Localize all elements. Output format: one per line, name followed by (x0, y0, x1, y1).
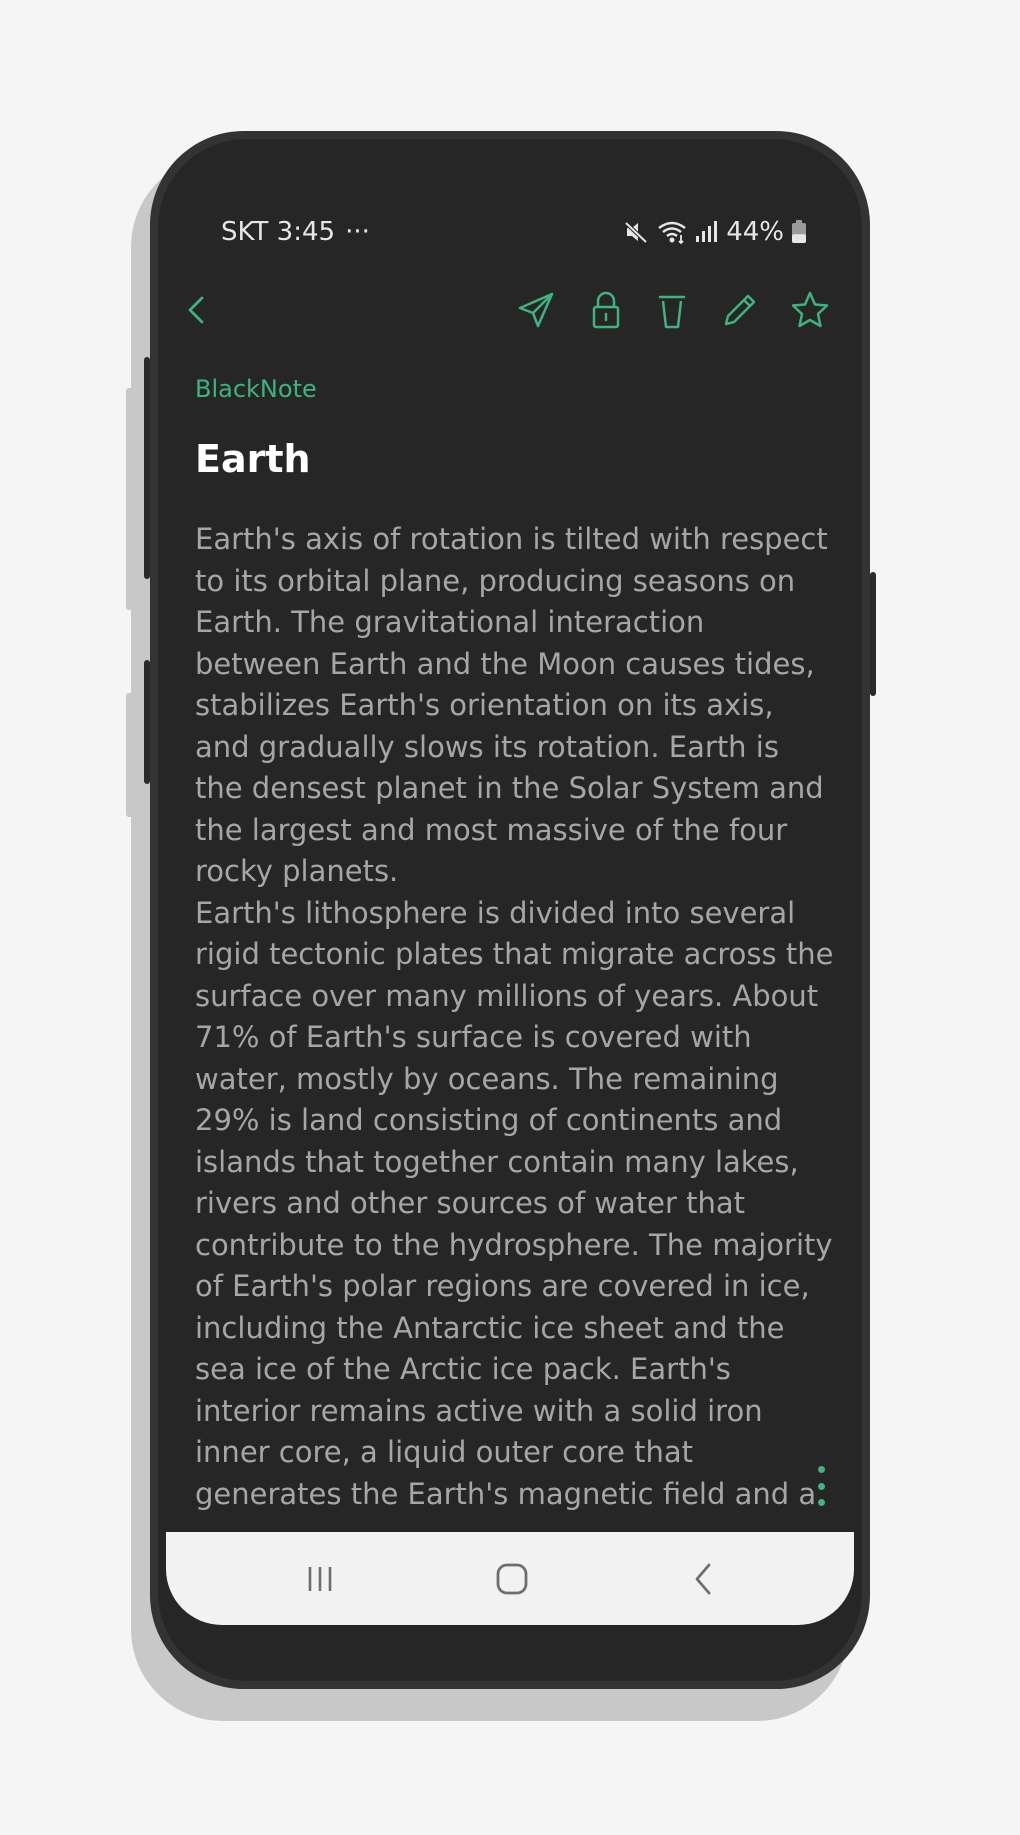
device-volume-button (144, 357, 150, 579)
lock-icon[interactable] (580, 282, 632, 338)
send-icon[interactable] (510, 282, 562, 338)
edit-icon[interactable] (714, 282, 766, 338)
status-right: 44% (622, 217, 808, 247)
signal-icon (694, 218, 720, 246)
device-bixby-button (144, 660, 150, 784)
more-notifications-icon: ··· (345, 217, 370, 247)
note-paragraph: Earth's axis of rotation is tilted with … (195, 522, 828, 888)
back-icon[interactable] (171, 282, 223, 338)
trash-icon[interactable] (646, 282, 698, 338)
device-shadow-button (126, 693, 134, 817)
more-options-dot (817, 1482, 825, 1490)
navigation-bar (166, 1532, 854, 1625)
status-left: SKT 3:45 ··· (221, 217, 370, 247)
battery-icon (790, 218, 808, 246)
note-paragraph: Earth's lithosphere is divided into seve… (195, 895, 834, 1511)
device-power-button (870, 572, 876, 696)
more-options-icon[interactable] (813, 1466, 829, 1506)
wifi-icon (656, 218, 688, 246)
back-nav-icon[interactable] (674, 1554, 734, 1604)
device-shadow-button (126, 388, 134, 610)
home-icon[interactable] (482, 1554, 542, 1604)
recent-apps-icon[interactable] (290, 1554, 350, 1604)
carrier-time: SKT 3:45 (221, 217, 336, 247)
more-options-dot (817, 1466, 825, 1473)
status-bar: SKT 3:45 ··· 44% (166, 217, 854, 257)
note-body[interactable]: Earth's axis of rotation is tilted with … (195, 519, 835, 1530)
battery-percent: 44% (726, 217, 784, 247)
star-icon[interactable] (784, 282, 836, 338)
mute-icon (622, 218, 650, 246)
screen: SKT 3:45 ··· 44% BlackNote Earth Earth's… (166, 155, 854, 1625)
toolbar (166, 282, 854, 338)
note-title: Earth (195, 437, 311, 481)
more-options-dot (817, 1499, 825, 1506)
app-name: BlackNote (195, 375, 317, 403)
